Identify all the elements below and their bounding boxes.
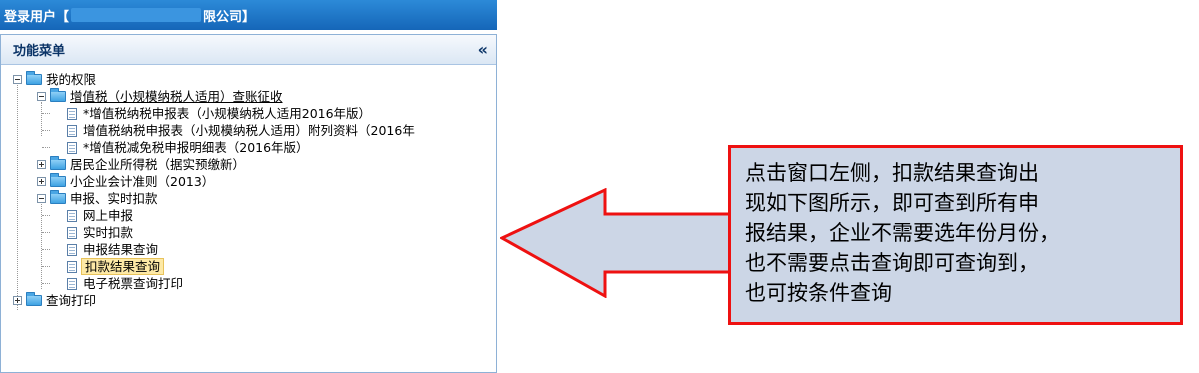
collapse-double-chevron-icon[interactable]: « — [478, 40, 488, 59]
permission-tree: 我的权限 增值税（小规模纳税人适用）查账征收 *增值税纳税申报表（小规模纳税人适… — [1, 65, 496, 310]
login-user-header: 登录用户【 限公司】 — [0, 0, 497, 30]
tree-leaf-e-ticket-print[interactable]: 电子税票查询打印 — [1, 275, 496, 292]
callout-line-1: 点击窗口左侧，扣款结果查询出 — [745, 161, 1039, 185]
document-icon — [67, 107, 77, 120]
callout-line-5: 也可按条件查询 — [745, 281, 892, 305]
expand-toggle-icon[interactable] — [37, 160, 46, 169]
tree-node-declare-group[interactable]: 申报、实时扣款 — [1, 190, 496, 207]
tree-label-root[interactable]: 我的权限 — [44, 71, 98, 88]
callout-line-4: 也不需要点击查询即可查询到， — [745, 251, 1039, 275]
collapse-toggle-icon[interactable] — [13, 75, 22, 84]
login-user-suffix: 限公司】 — [203, 9, 256, 25]
tree-label-declare-result-query[interactable]: 申报结果查询 — [81, 241, 160, 258]
document-icon — [67, 141, 77, 154]
tree-label-income-tax[interactable]: 居民企业所得税（据实预缴新） — [68, 156, 247, 173]
tree-leaf-deduct-result-query[interactable]: 扣款结果查询 — [1, 258, 496, 275]
function-menu-title: 功能菜单 — [13, 44, 66, 59]
folder-icon — [50, 173, 66, 187]
folder-open-icon — [26, 71, 42, 85]
tree-leaf-declare-result-query[interactable]: 申报结果查询 — [1, 241, 496, 258]
tree-node-vat-group[interactable]: 增值税（小规模纳税人适用）查账征收 — [1, 88, 496, 105]
tree-node-income-tax[interactable]: 居民企业所得税（据实预缴新） — [1, 156, 496, 173]
document-icon — [67, 226, 77, 239]
tree-label-realtime-deduct[interactable]: 实时扣款 — [81, 224, 135, 241]
tree-node-query-print[interactable]: 查询打印 — [1, 292, 496, 309]
document-icon — [67, 277, 77, 290]
tree-leaf-declare-online[interactable]: 网上申报 — [1, 207, 496, 224]
function-menu-panel: 功能菜单 « 我的权限 增值税（小规模纳税人适用）查账征收 *增值税纳税申报表（… — [0, 34, 497, 373]
tree-leaf-vat-item3[interactable]: *增值税减免税申报明细表（2016年版） — [1, 139, 496, 156]
collapse-toggle-icon[interactable] — [37, 92, 46, 101]
document-icon — [67, 124, 77, 137]
tree-node-accounting[interactable]: 小企业会计准则（2013） — [1, 173, 496, 190]
folder-open-icon — [50, 190, 66, 204]
tree-label-declare-group[interactable]: 申报、实时扣款 — [68, 190, 160, 207]
folder-icon — [50, 156, 66, 170]
document-icon — [67, 260, 77, 273]
document-icon — [67, 243, 77, 256]
instruction-callout: 点击窗口左侧，扣款结果查询出 现如下图所示，即可查到所有申 报结果，企业不需要选… — [728, 145, 1183, 325]
left-pointing-arrow-icon — [500, 188, 732, 298]
document-icon — [67, 209, 77, 222]
tree-label-vat-item3[interactable]: *增值税减免税申报明细表（2016年版） — [81, 139, 311, 156]
tree-label-deduct-result-query[interactable]: 扣款结果查询 — [81, 258, 165, 275]
tree-label-accounting[interactable]: 小企业会计准则（2013） — [68, 173, 216, 190]
tree-label-query-print[interactable]: 查询打印 — [44, 292, 98, 309]
redacted-company-name — [71, 8, 202, 22]
collapse-toggle-icon[interactable] — [37, 194, 46, 203]
expand-toggle-icon[interactable] — [37, 177, 46, 186]
function-menu-header: 功能菜单 « — [1, 35, 496, 65]
expand-toggle-icon[interactable] — [13, 296, 22, 305]
folder-icon — [26, 292, 42, 306]
tree-label-vat-item1[interactable]: *增值税纳税申报表（小规模纳税人适用2016年版） — [81, 105, 373, 122]
login-user-prefix: 登录用户【 — [4, 9, 70, 25]
tree-label-e-ticket-print[interactable]: 电子税票查询打印 — [81, 275, 185, 292]
folder-open-icon — [50, 88, 66, 102]
tree-node-root[interactable]: 我的权限 — [1, 71, 496, 88]
tree-leaf-vat-item2[interactable]: 增值税纳税申报表（小规模纳税人适用）附列资料（2016年 — [1, 122, 496, 139]
tree-leaf-realtime-deduct[interactable]: 实时扣款 — [1, 224, 496, 241]
callout-line-3: 报结果，企业不需要选年份月份， — [745, 221, 1060, 245]
tree-label-vat-group[interactable]: 增值税（小规模纳税人适用）查账征收 — [68, 88, 285, 105]
tree-label-declare-online[interactable]: 网上申报 — [81, 207, 135, 224]
tree-label-vat-item2[interactable]: 增值税纳税申报表（小规模纳税人适用）附列资料（2016年 — [81, 122, 417, 139]
tree-leaf-vat-item1[interactable]: *增值税纳税申报表（小规模纳税人适用2016年版） — [1, 105, 496, 122]
callout-line-2: 现如下图所示，即可查到所有申 — [745, 191, 1039, 215]
